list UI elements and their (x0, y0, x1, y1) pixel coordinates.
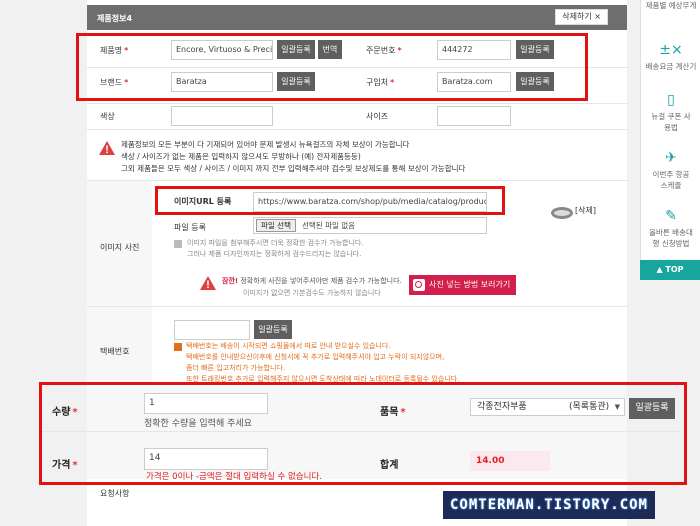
product-thumbnail (551, 207, 573, 219)
top-label: TOP (665, 265, 684, 274)
tracking-label: 택배번호 (100, 347, 130, 356)
divider (87, 103, 627, 104)
divider (87, 306, 627, 307)
sidebar-item-calculator[interactable]: ±× 배송요금 계산기 (641, 42, 700, 72)
delete-button[interactable]: 삭제하기 × (555, 9, 608, 25)
image-warning-line-1: 잠깐! 정확하게 사진을 넣어주셔야만 제품 검수가 가능합니다. (222, 277, 402, 285)
highlight-box-product (76, 33, 588, 101)
book-icon: ▯ (667, 92, 675, 108)
tracking-note-2: 택배번호를 안내받으신이후에 신청서에 꼭 추가로 입력해주셔야 입고 누락이 … (186, 353, 445, 361)
warning-icon (200, 276, 216, 290)
orange-info-icon (174, 343, 182, 351)
notice-line-2: 색상 / 사이즈가 없는 제품은 입력하지 않으셔도 무방하나 (예) 전자제품… (121, 152, 361, 161)
image-section-label: 이미지 사진 (100, 243, 140, 252)
pencil-icon: ✎ (665, 208, 677, 224)
file-input-box: 파일 선택 선택된 파일 없음 (253, 217, 487, 234)
sidebar-item-coupon[interactable]: ▯ 뉴걸 쿠폰 사용법 (641, 92, 700, 133)
scroll-top-button[interactable]: ▲ TOP (640, 260, 700, 280)
file-choose-button[interactable]: 파일 선택 (256, 219, 296, 232)
tracking-bulk-button[interactable]: 일괄등록 (254, 320, 292, 339)
section-header: 제품정보4 삭제하기 × (87, 5, 627, 30)
sidebar-item-label: 배송요금 계산기 (645, 62, 697, 71)
sidebar-item-label: 이번주 항공스케쥴 (652, 170, 690, 190)
file-label: 파일 등록 (174, 223, 206, 232)
request-label: 요청사항 (100, 489, 130, 498)
page: 제품정보4 삭제하기 × 제품명 * Encore, Virtuoso & Pre… (0, 0, 700, 526)
how-to-photo-label: 사진 넣는 방법 보러가기 (429, 280, 511, 289)
divider (87, 180, 627, 181)
airplane-icon: ✈ (665, 150, 677, 166)
tracking-note-1: 택배번호는 배송이 시작되면 쇼핑몰에서 따로 안내 받으실수 있습니다. (186, 342, 391, 350)
sidebar-item-label: 제품별 예상무게 (645, 1, 697, 10)
sidebar-item-flight[interactable]: ✈ 이번주 항공스케쥴 (641, 150, 700, 191)
color-input[interactable] (171, 106, 273, 126)
image-hint-2: 그러나 제품 디자인까지는 정확하게 검수드리지는 않습니다. (187, 250, 362, 258)
image-hint-1: 이미지 파일을 첨부해주시면 더욱 정확한 검수가 가능합니다. (187, 239, 364, 247)
tracking-input[interactable] (174, 320, 250, 340)
color-label: 색상 (100, 112, 115, 121)
info-icon (174, 240, 182, 248)
size-input[interactable] (437, 106, 511, 126)
notice-line-1: 제품정보의 모든 부분이 다 기재되어 있어야 문제 발생시 뉴욕걸즈의 자체 … (121, 140, 410, 149)
calculator-icon: ±× (659, 42, 683, 58)
how-to-photo-button[interactable]: 사진 넣는 방법 보러가기 (409, 275, 517, 295)
sidebar-item-label: 뉴걸 쿠폰 사용법 (651, 112, 691, 132)
watermark: COMTERMAN.TISTORY.COM (443, 491, 655, 519)
image-delete-link[interactable]: [삭제] (575, 205, 596, 216)
size-label: 사이즈 (366, 112, 389, 121)
quick-sidebar: 제품별 예상무게 ±× 배송요금 계산기 ▯ 뉴걸 쿠폰 사용법 ✈ 이번주 항공스케… (640, 0, 700, 280)
highlight-box-image-url (155, 186, 505, 215)
warning-icon (99, 141, 115, 155)
section-title: 제품정보4 (97, 14, 133, 23)
file-status: 선택된 파일 없음 (302, 221, 356, 230)
magnifier-icon (413, 279, 425, 291)
highlight-box-qty-price (39, 382, 687, 485)
tracking-note-3: 좀더 빠른 입고처리가 가능합니다. (186, 364, 286, 372)
sidebar-item-guide[interactable]: ✎ 올바른 배송대행 신청방법 (641, 208, 700, 249)
sidebar-item-label: 올바른 배송대행 신청방법 (649, 228, 693, 248)
image-warning-line-2: 이미지가 없으면 기본검수도 가능하지 않습니다 (243, 289, 381, 297)
sidebar-item-weight[interactable]: 제품별 예상무게 (641, 0, 700, 11)
delete-button-label: 삭제하기 (562, 12, 592, 21)
notice-line-3: 그외 제품들은 모두 색상 / 사이즈 / 이미지 까지 전부 입력해주셔야 검… (121, 164, 466, 173)
divider (87, 129, 627, 130)
